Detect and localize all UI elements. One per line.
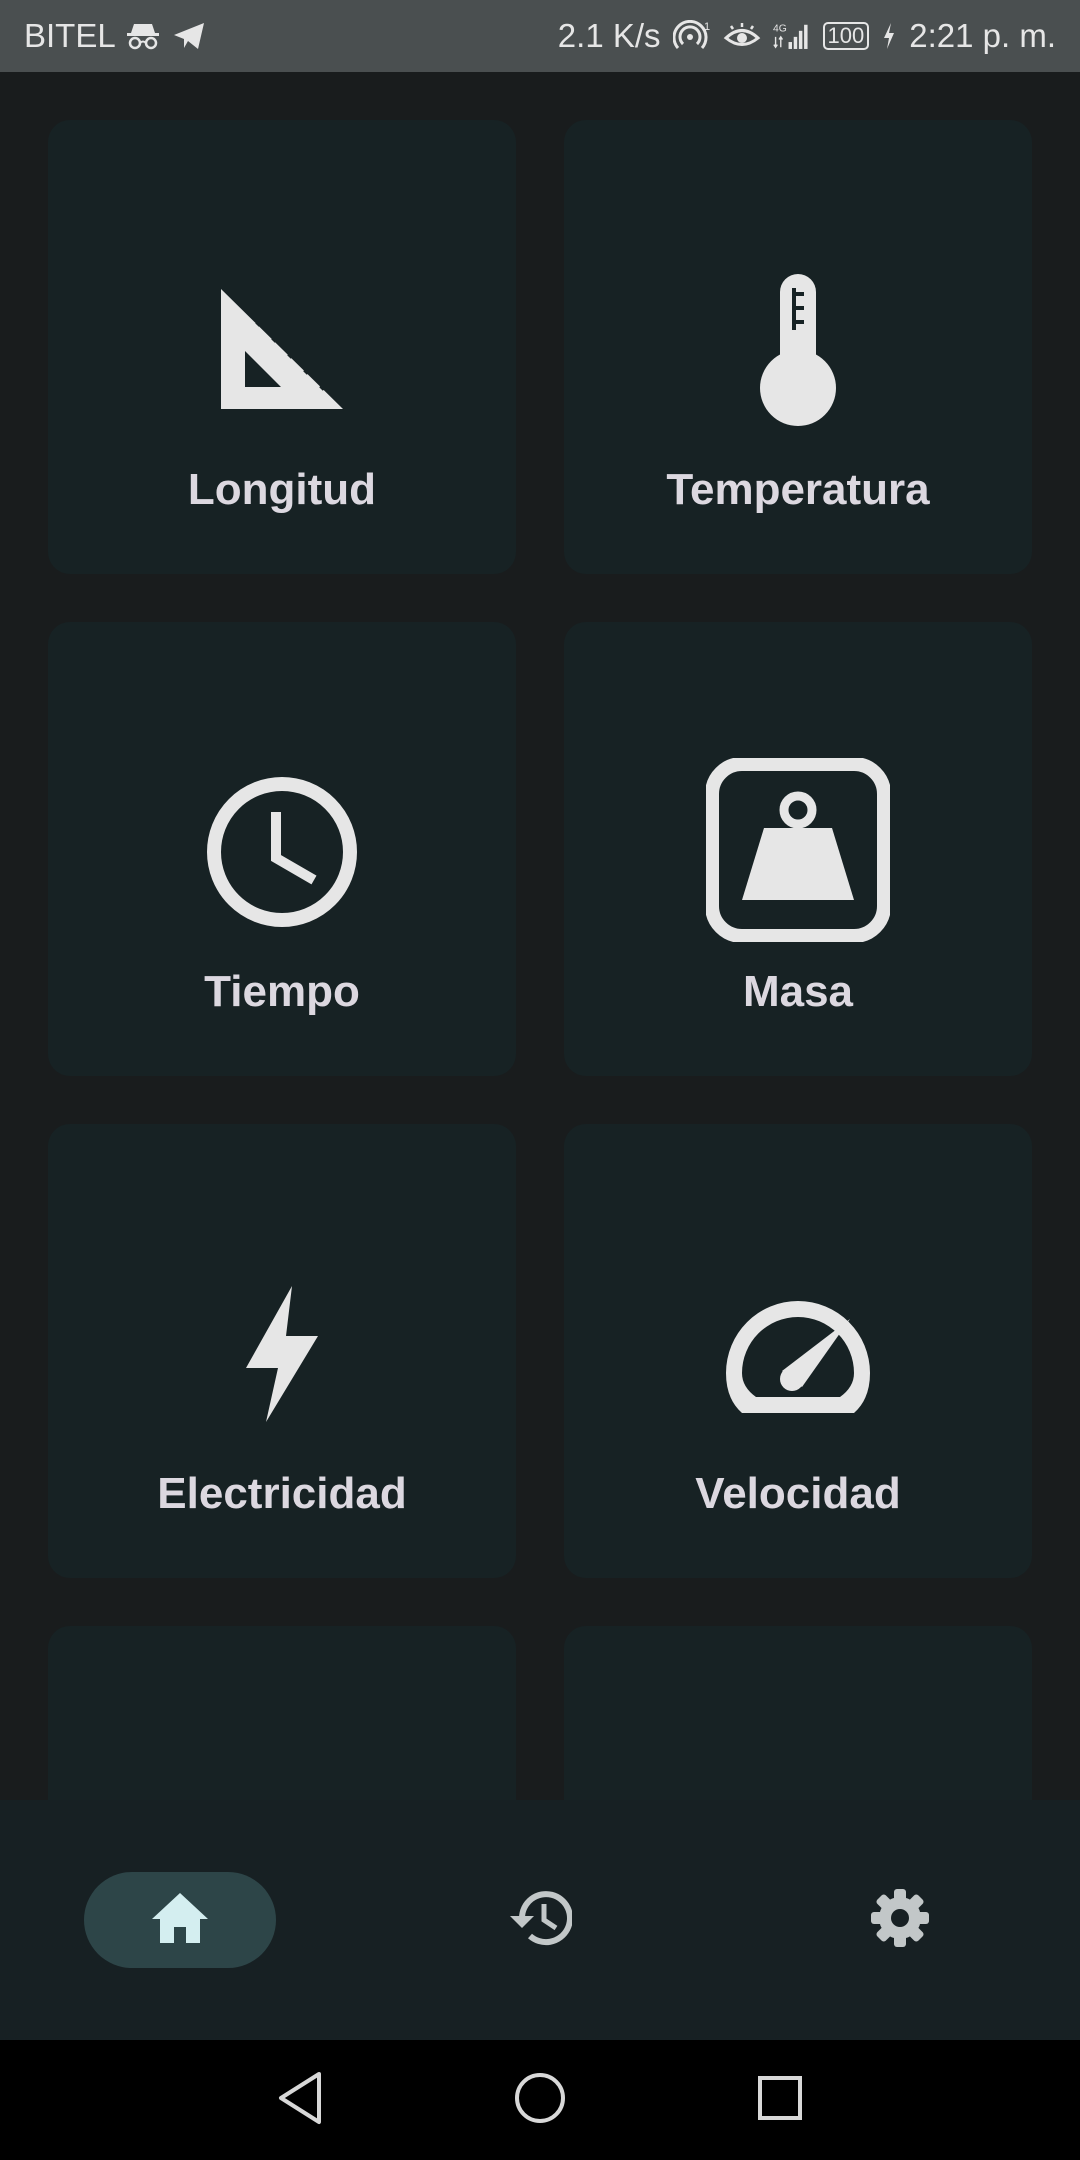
back-triangle-icon — [275, 2070, 325, 2131]
carrier-name: BITEL — [24, 17, 116, 54]
card-velocidad[interactable]: Velocidad — [564, 1124, 1032, 1578]
status-right: 2.1 K/s 1 4G 100 2:21 p. m. — [558, 17, 1056, 55]
card-longitud[interactable]: Longitud — [48, 120, 516, 574]
signal-icon: 4G — [773, 17, 811, 55]
hotspot-icon: 1 — [672, 17, 711, 55]
history-icon — [508, 1888, 573, 1953]
settings-icon — [869, 1887, 931, 1954]
incognito-icon — [124, 17, 162, 55]
svg-text:4G: 4G — [773, 24, 787, 35]
network-speed: 2.1 K/s — [557, 17, 661, 54]
bottom-navigation — [0, 1800, 1080, 2040]
card-label: Temperatura — [666, 465, 930, 514]
card-label: Masa — [742, 967, 854, 1016]
card-partial-left[interactable] — [48, 1626, 516, 1800]
nav-history-button[interactable] — [490, 1872, 590, 1968]
telegram-icon — [170, 17, 208, 55]
set-square-icon — [202, 270, 362, 430]
home-icon — [150, 1891, 210, 1950]
system-back-button[interactable] — [264, 2064, 336, 2136]
status-left: BITEL — [24, 17, 208, 55]
thermometer-icon — [718, 270, 878, 430]
weight-icon — [706, 758, 890, 942]
system-home-button[interactable] — [504, 2064, 576, 2136]
card-temperatura[interactable]: Temperatura — [564, 120, 1032, 574]
system-navigation-bar — [0, 2040, 1080, 2160]
speedometer-icon — [718, 1274, 878, 1434]
partial-icon — [718, 1776, 878, 1800]
card-label: Tiempo — [204, 967, 360, 1016]
card-electricidad[interactable]: Electricidad — [48, 1124, 516, 1578]
lightning-icon — [202, 1274, 362, 1434]
clock-icon — [202, 772, 362, 932]
category-grid: Longitud Temperatura Tiempo Masa Electri… — [0, 72, 1080, 1800]
nav-home-button[interactable] — [84, 1872, 276, 1968]
charging-icon — [881, 17, 897, 55]
card-label: Electricidad — [157, 1469, 407, 1518]
partial-icon — [202, 1776, 362, 1800]
battery-level: 100 — [827, 23, 865, 48]
eye-comfort-icon — [723, 17, 761, 55]
card-label: Longitud — [187, 465, 377, 514]
card-partial-right[interactable] — [564, 1626, 1032, 1800]
recents-square-icon — [756, 2074, 804, 2127]
nav-settings-button[interactable] — [850, 1872, 950, 1968]
svg-text:1: 1 — [704, 21, 710, 33]
card-label: Velocidad — [695, 1469, 901, 1518]
home-circle-icon — [513, 2071, 567, 2130]
status-bar: BITEL 2.1 K/s 1 4G 100 2:21 p. m. — [0, 0, 1080, 72]
card-masa[interactable]: Masa — [564, 622, 1032, 1076]
clock-time: 2:21 p. m. — [909, 17, 1056, 54]
battery-indicator: 100 — [822, 22, 870, 50]
card-tiempo[interactable]: Tiempo — [48, 622, 516, 1076]
system-recents-button[interactable] — [744, 2064, 816, 2136]
